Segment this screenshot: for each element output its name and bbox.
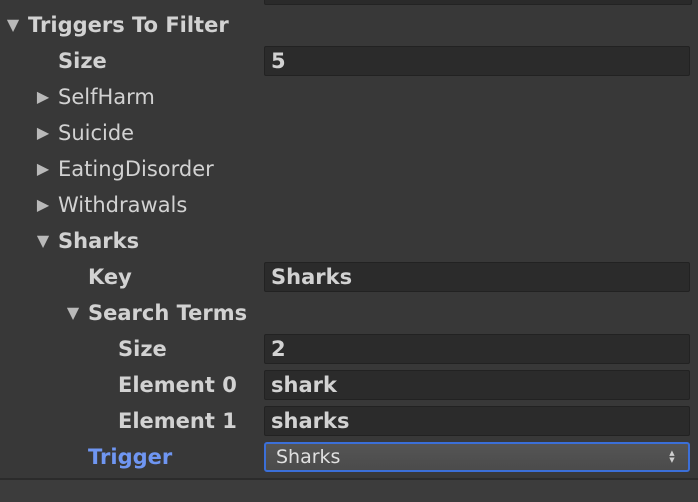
foldout-label: Suicide (58, 121, 135, 145)
foldout-label: EatingDisorder (58, 157, 214, 181)
search-terms-size-field[interactable]: 2 (264, 334, 690, 364)
sharks-label: Sharks (58, 229, 140, 253)
search-terms-foldout[interactable]: ▼ Search Terms (0, 295, 698, 331)
key-field[interactable]: Sharks (264, 262, 690, 292)
key-row: Key Sharks (0, 259, 698, 295)
foldout-sharks[interactable]: ▼ Sharks (0, 223, 698, 259)
foldout-suicide[interactable]: ▶ Suicide (0, 115, 698, 151)
element-1-row: Element 1 sharks (0, 403, 698, 439)
search-terms-label: Search Terms (88, 301, 248, 325)
foldout-selfharm[interactable]: ▶ SelfHarm (0, 79, 698, 115)
element-0-label: Element 0 (118, 373, 237, 397)
element-1-field[interactable]: sharks (264, 406, 690, 436)
previous-field-edge (264, 0, 692, 5)
foldout-withdrawals[interactable]: ▶ Withdrawals (0, 187, 698, 223)
trigger-dropdown-value: Sharks (276, 446, 341, 468)
triangle-right-icon[interactable]: ▶ (34, 187, 52, 223)
triangle-right-icon[interactable]: ▶ (34, 79, 52, 115)
triangle-down-icon[interactable]: ▼ (64, 295, 82, 331)
size-field[interactable]: 5 (264, 46, 690, 76)
element-1-label: Element 1 (118, 409, 237, 433)
triggers-to-filter-label: Triggers To Filter (28, 13, 229, 37)
triggers-to-filter-foldout[interactable]: ▼ Triggers To Filter (0, 7, 698, 43)
triggers-size-row: Size 5 (0, 43, 698, 79)
triangle-right-icon[interactable]: ▶ (34, 151, 52, 187)
foldout-label: SelfHarm (58, 85, 155, 109)
size-label: Size (58, 49, 107, 73)
triangle-down-icon[interactable]: ▼ (4, 7, 22, 43)
element-0-field[interactable]: shark (264, 370, 690, 400)
dropdown-arrows-icon: ▲ ▼ (669, 449, 675, 464)
trigger-row: Trigger Sharks ▲ ▼ (0, 439, 698, 475)
search-terms-size-label: Size (118, 337, 167, 361)
triangle-down-icon[interactable]: ▼ (34, 223, 52, 259)
triangle-right-icon[interactable]: ▶ (34, 115, 52, 151)
foldout-label: Withdrawals (58, 193, 188, 217)
element-0-row: Element 0 shark (0, 367, 698, 403)
key-label: Key (88, 265, 132, 289)
bottom-bar (0, 478, 698, 502)
search-terms-size-row: Size 2 (0, 331, 698, 367)
trigger-dropdown[interactable]: Sharks ▲ ▼ (264, 442, 690, 472)
trigger-label: Trigger (88, 445, 173, 469)
foldout-eatingdisorder[interactable]: ▶ EatingDisorder (0, 151, 698, 187)
